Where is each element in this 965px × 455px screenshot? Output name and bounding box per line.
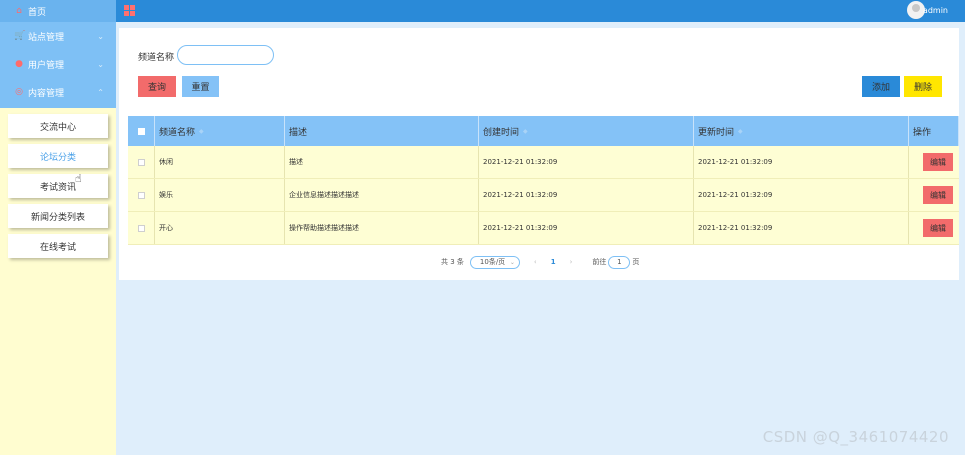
submenu-item-online-exam[interactable]: 在线考试 [8,234,108,258]
sidebar-item-label: 用户管理 [28,60,65,71]
cell-name: 娱乐 [155,179,285,211]
row-checkbox[interactable] [137,224,145,232]
goto-label: 前往 [592,258,607,266]
sidebar-item-label: 内容管理 [28,88,65,99]
select-all-checkbox[interactable] [137,127,145,135]
sort-icon[interactable]: ◆ [523,128,528,135]
row-checkbox[interactable] [137,158,145,166]
channel-table: 频道名称 ◆ 描述 创建时间 ◆ 更新时间 ◆ 操作 休闲 描述 2021-12-21… [128,116,959,245]
header-checkbox-cell [128,116,155,146]
user-icon: ● [15,59,23,69]
column-header-created[interactable]: 创建时间 ◆ [479,116,694,146]
main-panel: 频道名称 查询 重置 添加 删除 频道名称 ◆ 描述 创建时间 ◆ 更新时间 ◆ 操作… [119,28,959,280]
cell-name: 开心 [155,212,285,244]
edit-button[interactable]: 编辑 [923,153,953,171]
cell-action: 编辑 [909,179,959,211]
sidebar: ⌂ 首页 🛒 站点管理 ⌄ ● 用户管理 ⌄ ◎ 内容管理 ⌃ 交流中心 论坛分… [0,0,116,455]
menu-grid-icon[interactable] [124,5,135,16]
chevron-down-icon: ⌄ [509,258,515,266]
channel-name-label: 频道名称 [138,53,175,63]
cell-updated: 2021-12-21 01:32:09 [694,146,909,178]
cell-action: 编辑 [909,212,959,244]
cell-desc: 操作帮助描述描述描述 [285,212,479,244]
add-button[interactable]: 添加 [862,76,900,97]
page-number[interactable]: 1 [551,258,556,266]
sidebar-item-home[interactable]: ⌂ 首页 [0,0,116,22]
sidebar-menu: ⌂ 首页 🛒 站点管理 ⌄ ● 用户管理 ⌄ ◎ 内容管理 ⌃ [0,0,116,108]
reset-button[interactable]: 重置 [182,76,219,97]
delete-button[interactable]: 删除 [904,76,942,97]
submenu-item-exam-news[interactable]: 考试资讯 [8,174,108,198]
table-header: 频道名称 ◆ 描述 创建时间 ◆ 更新时间 ◆ 操作 [128,116,959,146]
column-header-action: 操作 [909,116,959,146]
cell-name: 休闲 [155,146,285,178]
prev-page-button[interactable]: ‹ [534,258,537,266]
table-row: 开心 操作帮助描述描述描述 2021-12-21 01:32:09 2021-1… [128,212,959,245]
sidebar-item-users[interactable]: ● 用户管理 ⌄ [0,50,116,78]
watermark: CSDN @Q_3461074420 [762,428,949,446]
sort-icon[interactable]: ◆ [199,128,204,135]
cell-desc: 描述 [285,146,479,178]
chevron-down-icon: ⌄ [97,32,104,41]
column-header-updated[interactable]: 更新时间 ◆ [694,116,909,146]
goto-unit: 页 [632,258,640,266]
cell-action: 编辑 [909,146,959,178]
cell-created: 2021-12-21 01:32:09 [479,179,694,211]
table-row: 娱乐 企业信息描述描述描述 2021-12-21 01:32:09 2021-1… [128,179,959,212]
username[interactable]: admin [923,6,948,15]
submenu-item-exchange-center[interactable]: 交流中心 [8,114,108,138]
sidebar-item-label: 首页 [28,7,47,18]
next-page-button[interactable]: › [570,258,573,266]
sidebar-item-content[interactable]: ◎ 内容管理 ⌃ [0,78,116,106]
query-button[interactable]: 查询 [138,76,176,97]
hand-cursor-icon: ☝ [75,172,82,185]
table-row: 休闲 描述 2021-12-21 01:32:09 2021-12-21 01:… [128,146,959,179]
channel-name-input[interactable] [177,45,274,65]
sidebar-item-label: 站点管理 [28,32,65,43]
sort-icon[interactable]: ◆ [738,128,743,135]
sidebar-item-site[interactable]: 🛒 站点管理 ⌄ [0,22,116,50]
total-count: 共 3 条 [441,258,464,266]
cell-created: 2021-12-21 01:32:09 [479,212,694,244]
top-bar: admin [116,0,965,22]
cart-icon: 🛒 [14,31,26,41]
cell-updated: 2021-12-21 01:32:09 [694,212,909,244]
content-submenu: 交流中心 论坛分类 考试资讯 新闻分类列表 在线考试 [0,108,116,258]
cell-desc: 企业信息描述描述描述 [285,179,479,211]
cell-created: 2021-12-21 01:32:09 [479,146,694,178]
cell-updated: 2021-12-21 01:32:09 [694,179,909,211]
column-header-name[interactable]: 频道名称 ◆ [155,116,285,146]
column-header-desc: 描述 [285,116,479,146]
globe-icon: ◎ [15,87,23,97]
home-icon: ⌂ [16,6,22,16]
edit-button[interactable]: 编辑 [923,219,953,237]
submenu-item-forum-category[interactable]: 论坛分类 [8,144,108,168]
row-checkbox[interactable] [137,191,145,199]
submenu-item-news-category-list[interactable]: 新闻分类列表 [8,204,108,228]
edit-button[interactable]: 编辑 [923,186,953,204]
chevron-up-icon: ⌃ [97,88,104,97]
goto-page-input[interactable]: 1 [608,255,631,269]
pagination: 共 3 条 10条/页 ⌄ ‹ 1 › 前往 1 页 [441,255,639,269]
chevron-down-icon: ⌄ [97,60,104,69]
page-size-select[interactable]: 10条/页 ⌄ [469,255,520,269]
